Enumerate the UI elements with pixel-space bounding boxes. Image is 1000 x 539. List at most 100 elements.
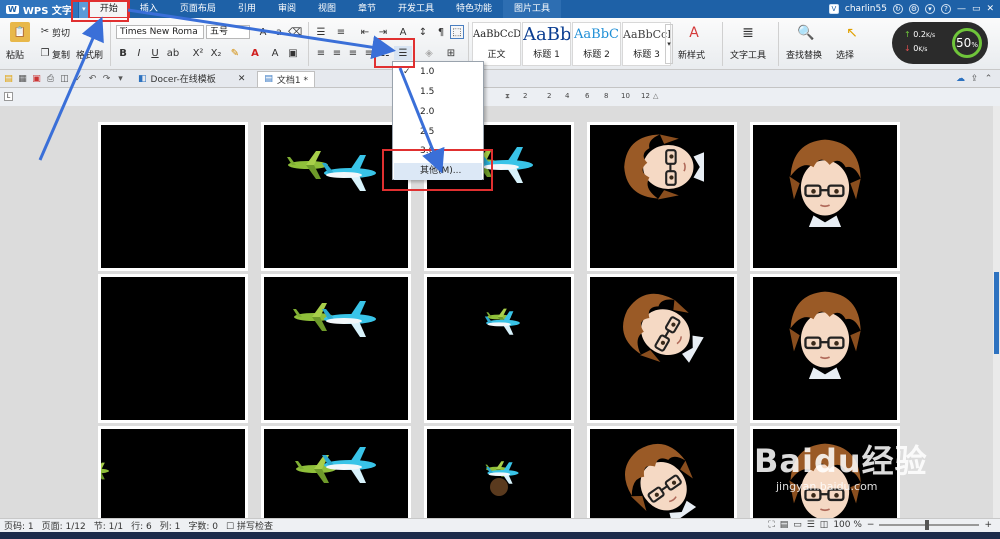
show-marks-icon[interactable]: ¶ xyxy=(434,25,448,39)
borders-icon[interactable]: ⊞ xyxy=(444,46,458,60)
tab-picture-tools[interactable]: 图片工具 xyxy=(503,0,562,18)
spellcheck-icon[interactable]: ✓ xyxy=(73,73,84,84)
web-view-icon[interactable]: ◫ xyxy=(820,520,829,530)
align-left-icon[interactable]: ≡ xyxy=(314,46,328,60)
image-panel[interactable] xyxy=(587,274,737,423)
open-icon[interactable]: ▤ xyxy=(3,73,14,84)
spellcheck-toggle[interactable]: ☐ 拼写检查 xyxy=(222,519,277,532)
paste-icon[interactable]: 📋 xyxy=(10,22,30,42)
sort-icon[interactable]: ↕ xyxy=(416,25,430,39)
full-screen-icon[interactable]: ▭ xyxy=(793,520,802,530)
image-panel[interactable] xyxy=(98,274,248,423)
zoom-level[interactable]: 100 % xyxy=(833,520,862,530)
tab-chapter[interactable]: 章节 xyxy=(347,0,387,18)
print-icon[interactable]: ⎙ xyxy=(45,73,56,84)
font-name-select[interactable]: Times New Roma xyxy=(116,25,204,39)
tab-view[interactable]: 视图 xyxy=(307,0,347,18)
settings-icon[interactable]: ⚙ xyxy=(908,4,919,14)
right-indent-marker-icon[interactable]: △ xyxy=(653,92,658,100)
cursor-icon[interactable]: ↖ xyxy=(842,23,862,43)
close-tab-icon[interactable]: ✕ xyxy=(238,74,246,84)
image-panel[interactable] xyxy=(98,122,248,271)
image-panel[interactable] xyxy=(424,426,574,518)
close-icon[interactable]: ✕ xyxy=(986,4,994,14)
image-panel[interactable] xyxy=(424,274,574,423)
tab-features[interactable]: 特色功能 xyxy=(445,0,503,18)
shirt-icon[interactable]: ▾ xyxy=(924,4,935,14)
clear-format-icon[interactable]: ⌫ xyxy=(288,25,302,39)
zoom-in-icon[interactable]: + xyxy=(984,520,992,530)
copy-icon[interactable]: ❐ xyxy=(38,46,52,60)
print-preview-icon[interactable]: ◫ xyxy=(59,73,70,84)
align-center-icon[interactable]: ≡ xyxy=(330,46,344,60)
line-spacing-option-2-0[interactable]: 2.0 xyxy=(394,104,482,121)
refresh-icon[interactable]: ↻ xyxy=(892,4,903,14)
font-color-icon[interactable]: A xyxy=(248,46,262,60)
style-normal[interactable]: AaBbCcDd 正文 xyxy=(472,22,521,66)
line-spacing-option-2-5[interactable]: 2.5 xyxy=(394,124,482,141)
save-icon[interactable]: ▦ xyxy=(17,73,28,84)
char-border-icon[interactable]: ▣ xyxy=(286,46,300,60)
select-button[interactable]: 选择 xyxy=(836,48,854,61)
style-heading-2[interactable]: AaBbC 标题 2 xyxy=(572,22,621,66)
horizontal-ruler[interactable]: ⧗ 2 2 4 6 8 10 12 △ xyxy=(505,91,658,103)
numbered-list-icon[interactable]: ≡ xyxy=(334,25,348,39)
style-heading-1[interactable]: AaBb 标题 1 xyxy=(522,22,571,66)
network-speed-widget[interactable]: ↑ 0.2K/s ↓ 0K/s 50% xyxy=(892,22,988,64)
new-style-icon[interactable]: A xyxy=(684,23,704,43)
scissors-icon[interactable]: ✂ xyxy=(38,24,52,38)
italic-button[interactable]: I xyxy=(132,46,146,60)
find-replace-button[interactable]: 查找替换 xyxy=(786,48,822,61)
tab-developer[interactable]: 开发工具 xyxy=(387,0,445,18)
line-spacing-option-1-5[interactable]: 1.5 xyxy=(394,84,482,101)
style-heading-3[interactable]: AaBbCcI 标题 3 xyxy=(622,22,671,66)
export-pdf-icon[interactable]: ▣ xyxy=(31,73,42,84)
new-style-button[interactable]: 新样式 xyxy=(678,48,705,61)
underline-button[interactable]: U xyxy=(148,46,162,60)
tab-references[interactable]: 引用 xyxy=(227,0,267,18)
image-panel[interactable] xyxy=(261,426,411,518)
share-icon[interactable]: ⇪ xyxy=(969,73,980,84)
tab-stop-icon[interactable]: L xyxy=(4,92,13,101)
increase-indent-icon[interactable]: ⇥ xyxy=(376,25,390,39)
decrease-indent-icon[interactable]: ⇤ xyxy=(358,25,372,39)
user-name[interactable]: charlin55 xyxy=(845,4,887,14)
minimize-ribbon-icon[interactable]: ⌃ xyxy=(983,73,994,84)
scrollbar-thumb[interactable] xyxy=(994,272,999,354)
paste-button[interactable]: 粘贴 xyxy=(6,48,24,61)
format-painter-icon[interactable]: 🖌 xyxy=(82,22,100,40)
page-view-icon[interactable]: ▤ xyxy=(780,520,789,530)
minimize-icon[interactable]: — xyxy=(957,4,966,14)
select-icon[interactable]: ⬚ xyxy=(450,25,464,39)
copy-button[interactable]: 复制 xyxy=(52,48,70,61)
tab-page-layout[interactable]: 页面布局 xyxy=(169,0,227,18)
image-panel[interactable] xyxy=(261,122,411,271)
image-panel[interactable] xyxy=(750,122,900,271)
outline-view-icon[interactable]: ☰ xyxy=(807,520,815,530)
undo-icon[interactable]: ↶ xyxy=(87,73,98,84)
text-tools-button[interactable]: 文字工具 xyxy=(730,48,766,61)
app-menu-button[interactable]: W WPS 文字 xyxy=(0,0,78,18)
strikethrough-icon[interactable]: ab xyxy=(166,46,180,60)
shrink-font-icon[interactable]: a xyxy=(272,25,286,39)
help-icon[interactable]: ? xyxy=(940,4,951,14)
tab-document[interactable]: ▤ 文档1 * xyxy=(257,70,315,87)
tab-insert[interactable]: 插入 xyxy=(129,0,169,18)
image-panel[interactable] xyxy=(84,426,248,518)
vertical-scrollbar[interactable] xyxy=(993,106,1000,518)
fit-page-icon[interactable]: ⛶ xyxy=(768,520,774,530)
subscript-button[interactable]: X₂ xyxy=(208,46,224,60)
maximize-icon[interactable]: ▭ xyxy=(972,4,981,14)
zoom-slider-knob[interactable] xyxy=(925,520,930,530)
cloud-icon[interactable]: ☁ xyxy=(955,73,966,84)
image-panel[interactable] xyxy=(750,274,900,423)
tab-docer[interactable]: ◧ Docer-在线模板 ✕ xyxy=(132,71,251,87)
image-panel[interactable] xyxy=(261,274,411,423)
indent-marker-icon[interactable]: ⧗ xyxy=(505,92,510,101)
font-size-select[interactable]: 五号 xyxy=(206,25,250,39)
zoom-out-icon[interactable]: − xyxy=(867,520,875,530)
tab-review[interactable]: 审阅 xyxy=(267,0,307,18)
format-painter-button[interactable]: 格式刷 xyxy=(76,48,103,61)
grow-font-icon[interactable]: A xyxy=(256,25,270,39)
align-right-icon[interactable]: ≡ xyxy=(346,46,360,60)
